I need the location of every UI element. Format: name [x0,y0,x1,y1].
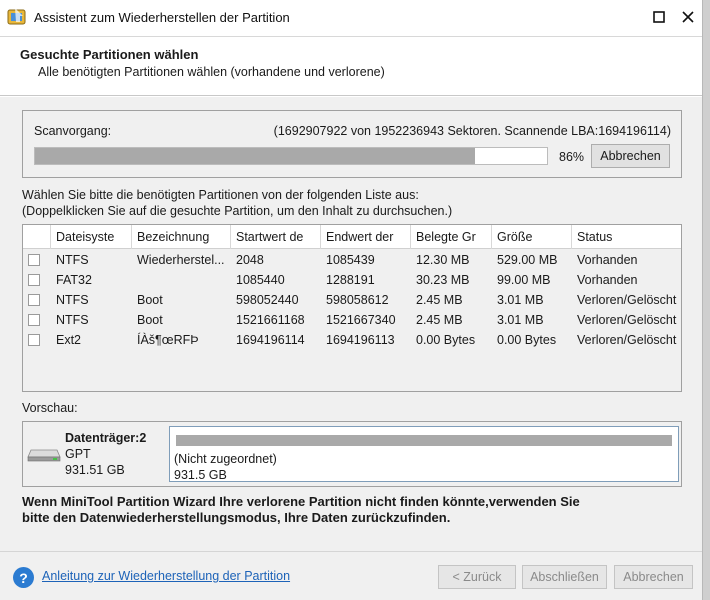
cell-used: 0.00 Bytes [416,333,476,347]
cell-filesystem: FAT32 [56,273,92,287]
close-button[interactable] [676,6,700,28]
column-header-status[interactable]: Status [572,225,681,249]
cell-used: 12.30 MB [416,253,470,267]
maximize-button[interactable] [647,6,671,28]
window-title: Assistent zum Wiederherstellen der Parti… [34,10,290,25]
instruction-line-2: (Doppelklicken Sie auf die gesuchte Part… [22,204,453,218]
row-checkbox[interactable] [28,274,40,286]
partition-label: (Nicht zugeordnet) [174,452,277,466]
header-title: Gesuchte Partitionen wählen [20,47,199,62]
instruction-line-1: Wählen Sie bitte die benötigten Partitio… [22,188,419,202]
cell-size: 3.01 MB [497,313,544,327]
table-row[interactable]: Ext2 ÍÀš¶œRFÞ 1694196114 1694196113 0.00… [23,330,681,350]
cell-end: 1085439 [326,253,375,267]
cell-size: 3.01 MB [497,293,544,307]
cell-start: 1085440 [236,273,285,287]
row-checkbox[interactable] [28,294,40,306]
scan-panel: Scanvorgang: (1692907922 von 1952236943 … [22,110,682,178]
help-link[interactable]: Anleitung zur Wiederherstellung der Part… [42,569,290,583]
cell-filesystem: NTFS [56,253,89,267]
cancel-button[interactable]: Abbrechen [614,565,693,589]
partition-wizard-icon [7,8,26,25]
disk-type: GPT [65,447,91,461]
cell-status: Verloren/Gelöscht [577,313,677,327]
partition-usage-bar [176,435,672,446]
back-button[interactable]: < Zurück [438,565,516,589]
cell-size: 529.00 MB [497,253,558,267]
cell-label: Boot [137,313,163,327]
scan-label: Scanvorgang: [34,124,112,138]
title-bar: Assistent zum Wiederherstellen der Parti… [0,0,702,36]
table-row[interactable]: NTFS Wiederherstel... 2048 1085439 12.30… [23,250,681,270]
cell-size: 0.00 Bytes [497,333,557,347]
cell-status: Verloren/Gelöscht [577,293,677,307]
cell-label: Boot [137,293,163,307]
scan-progress-percent: 86% [559,150,585,164]
partition-size: 931.5 GB [174,468,227,482]
cell-filesystem: NTFS [56,313,89,327]
column-header-label[interactable]: Bezeichnung [132,225,231,249]
row-checkbox[interactable] [28,334,40,346]
table-header: Dateisyste Bezeichnung Startwert de Endw… [23,225,681,249]
column-header-checkbox[interactable] [23,225,51,249]
column-header-size[interactable]: Größe [492,225,572,249]
disk-name: Datenträger:2 [65,431,147,445]
column-header-end[interactable]: Endwert der [321,225,411,249]
scan-cancel-button[interactable]: Abbrechen [591,144,670,168]
table-row[interactable]: NTFS Boot 598052440 598058612 2.45 MB 3.… [23,290,681,310]
cell-end: 1694196113 [326,333,395,347]
hard-disk-icon [27,449,61,462]
unallocated-partition-block[interactable]: (Nicht zugeordnet) 931.5 GB [169,426,679,482]
finish-button[interactable]: Abschließen [522,565,607,589]
cell-label: ÍÀš¶œRFÞ [137,333,199,347]
cell-filesystem: Ext2 [56,333,82,347]
row-checkbox[interactable] [28,314,40,326]
cell-status: Verloren/Gelöscht [577,333,677,347]
partition-table[interactable]: Dateisyste Bezeichnung Startwert de Endw… [22,224,682,392]
dialog-header: Gesuchte Partitionen wählen Alle benötig… [0,36,702,96]
data-recovery-hint: Wenn MiniTool Partition Wizard Ihre verl… [22,494,580,525]
column-header-filesystem[interactable]: Dateisyste [51,225,132,249]
dialog-content: Scanvorgang: (1692907922 von 1952236943 … [0,97,702,551]
scan-info: (1692907922 von 1952236943 Sektoren. Sca… [273,124,671,138]
cell-end: 1521667340 [326,313,396,327]
column-header-used[interactable]: Belegte Gr [411,225,492,249]
cell-used: 2.45 MB [416,313,463,327]
close-icon [682,11,694,23]
help-icon[interactable]: ? [13,567,34,588]
background-window-edge [702,0,710,600]
cell-status: Vorhanden [577,253,638,267]
cell-end: 1288191 [326,273,375,287]
disk-size: 931.51 GB [65,463,125,477]
cell-start: 2048 [236,253,264,267]
preview-panel: Datenträger:2 GPT 931.51 GB (Nicht zugeo… [22,421,682,487]
cell-start: 1521661168 [236,313,305,327]
scan-progress-fill [35,148,476,164]
cell-status: Vorhanden [577,273,638,287]
cell-label [132,270,231,290]
cell-start: 598052440 [236,293,299,307]
scan-progress-bar [34,147,548,165]
column-header-start[interactable]: Startwert de [231,225,321,249]
cell-size: 99.00 MB [497,273,551,287]
cell-label: Wiederherstel... [137,253,225,267]
header-subtitle: Alle benötigten Partitionen wählen (vorh… [38,65,385,79]
cell-used: 2.45 MB [416,293,463,307]
cell-filesystem: NTFS [56,293,89,307]
preview-label: Vorschau: [22,401,78,415]
cell-start: 1694196114 [236,333,305,347]
maximize-icon [653,11,665,23]
row-checkbox[interactable] [28,254,40,266]
cell-end: 598058612 [326,293,389,307]
table-row[interactable]: FAT32 1085440 1288191 30.23 MB 99.00 MB … [23,270,681,290]
table-row[interactable]: NTFS Boot 1521661168 1521667340 2.45 MB … [23,310,681,330]
dialog-footer: ? Anleitung zur Wiederherstellung der Pa… [0,551,702,600]
cell-used: 30.23 MB [416,273,470,287]
